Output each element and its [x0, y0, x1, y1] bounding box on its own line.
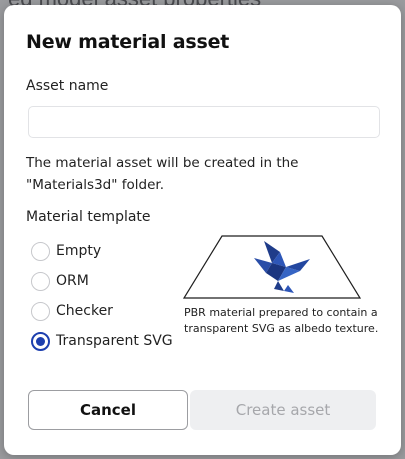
- radio-button-selected[interactable]: [31, 331, 50, 351]
- template-option-checker[interactable]: Checker: [31, 300, 113, 322]
- create-asset-button[interactable]: Create asset: [190, 390, 376, 430]
- radio-button[interactable]: [31, 241, 50, 261]
- asset-name-input[interactable]: [28, 106, 380, 138]
- template-option-empty[interactable]: Empty: [31, 240, 101, 262]
- dialog-title: New material asset: [26, 31, 230, 53]
- folder-info-line-2: "Materials3d" folder.: [26, 177, 164, 193]
- template-option-label: Checker: [56, 303, 113, 319]
- folder-info-text: The material asset will be created in th…: [26, 152, 336, 196]
- cancel-button[interactable]: Cancel: [28, 390, 188, 430]
- material-preview: [182, 235, 362, 299]
- template-option-transparent-svg[interactable]: Transparent SVG: [31, 330, 173, 352]
- asset-name-label: Asset name: [26, 78, 109, 94]
- new-material-asset-dialog: New material asset Asset name The materi…: [4, 5, 401, 455]
- radio-dot: [36, 336, 45, 346]
- folder-info-line-1: The material asset will be created in th…: [26, 155, 299, 171]
- material-template-label: Material template: [26, 209, 151, 225]
- template-option-label: ORM: [56, 273, 89, 289]
- radio-button[interactable]: [31, 271, 50, 291]
- template-description: PBR material prepared to contain a trans…: [184, 306, 379, 335]
- radio-button[interactable]: [31, 301, 50, 321]
- template-option-label: Empty: [56, 243, 102, 259]
- template-option-orm[interactable]: ORM: [31, 270, 89, 292]
- template-option-label: Transparent SVG: [56, 333, 173, 349]
